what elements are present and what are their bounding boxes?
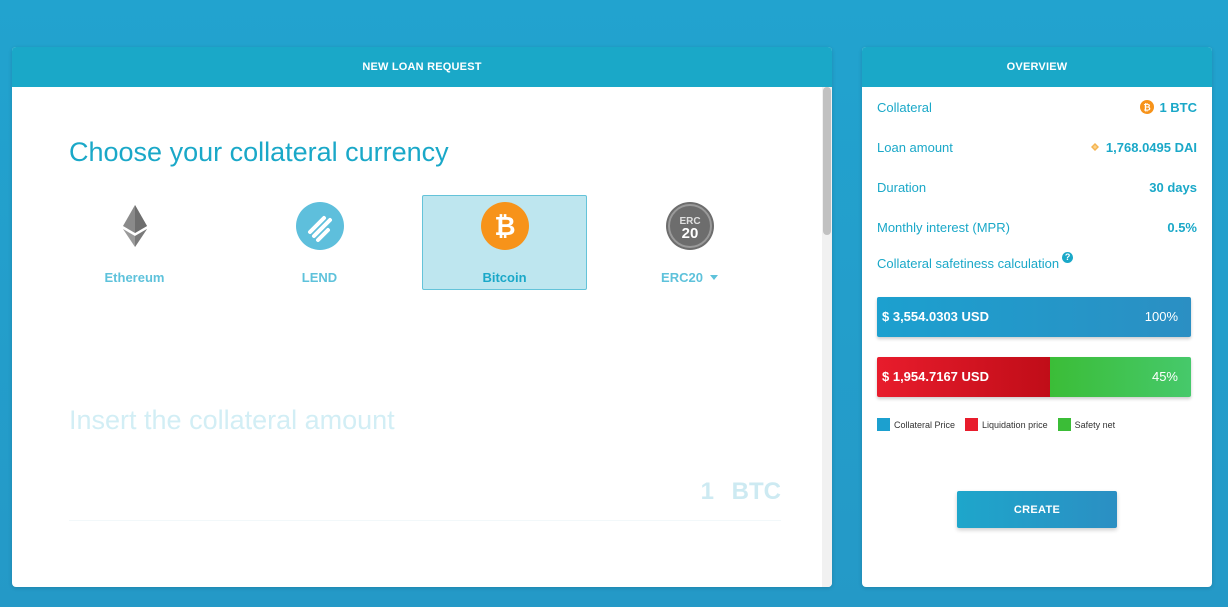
erc20-icon-text-bottom: 20 — [681, 225, 698, 242]
overview-row-monthly-interest: Monthly interest (MPR) 0.5% — [877, 217, 1197, 237]
overview-label: Loan amount — [877, 139, 953, 155]
collateral-amount-input[interactable] — [69, 472, 714, 512]
insert-amount-title: Insert the collateral amount — [69, 405, 395, 435]
overview-value-text: 1 BTC — [1159, 99, 1197, 115]
overview-value-text: 1,768.0495 DAI — [1105, 139, 1197, 155]
currency-option-bitcoin[interactable]: ₿ Bitcoin — [422, 195, 587, 290]
choose-collateral-title: Choose your collateral currency — [69, 137, 449, 167]
erc20-icon: ERC 20 — [665, 202, 714, 250]
overview-row-duration: Duration 30 days — [877, 177, 1197, 197]
legend-swatch — [877, 418, 890, 431]
collateral-price-bar: $ 3,554.0303 USD 100% — [877, 297, 1191, 337]
dai-icon — [1090, 143, 1099, 151]
legend-label: Collateral Price — [894, 419, 956, 430]
bar-legend: Collateral Price Liquidation price Safet… — [877, 418, 1125, 431]
overview-value: ₿ 1 BTC — [1140, 100, 1197, 115]
legend-item-liquidation-price: Liquidation price — [965, 418, 1048, 431]
bitcoin-icon: ₿ — [1140, 100, 1155, 114]
currency-label-ethereum: Ethereum — [104, 270, 165, 285]
currency-option-ethereum[interactable]: Ethereum — [52, 195, 217, 290]
loan-panel-header: NEW LOAN REQUEST — [12, 47, 832, 87]
bitcoin-icon: ₿ — [480, 202, 529, 250]
overview-label: Duration — [877, 179, 927, 195]
currency-label-lend: LEND — [301, 270, 338, 285]
overview-label: Collateral — [877, 99, 932, 115]
new-loan-request-panel: NEW LOAN REQUEST Choose your collateral … — [12, 47, 832, 587]
legend-label: Liquidation price — [982, 419, 1048, 430]
currency-label-bitcoin: Bitcoin — [482, 270, 527, 285]
overview-value: 30 days — [1149, 179, 1197, 195]
legend-item-safety-net: Safety net — [1057, 418, 1116, 431]
currency-option-lend[interactable]: LEND — [237, 195, 402, 290]
collateral-amount-row: BTC — [69, 472, 781, 524]
liquidation-price-amount: $ 1,954.7167 USD — [882, 369, 989, 384]
safety-calculation-text: Collateral safetiness calculation — [877, 256, 1060, 271]
currency-option-erc20[interactable]: ERC 20 ERC20 — [607, 195, 772, 290]
legend-item-collateral-price: Collateral Price — [877, 418, 955, 431]
scrollbar-thumb[interactable] — [823, 87, 831, 235]
collateral-amount-unit: BTC — [731, 478, 781, 505]
legend-label: Safety net — [1074, 419, 1116, 430]
overview-value: 0.5% — [1167, 219, 1197, 235]
ethereum-icon — [122, 205, 147, 247]
overview-panel: OVERVIEW Collateral ₿ 1 BTC Loan amount … — [862, 47, 1212, 587]
help-icon[interactable]: ? — [1062, 252, 1074, 263]
overview-panel-header: OVERVIEW — [862, 47, 1212, 87]
overview-row-collateral: Collateral ₿ 1 BTC — [877, 97, 1197, 117]
overview-row-loan-amount: Loan amount 1,768.0495 DAI — [877, 137, 1197, 157]
currency-label-erc20: ERC20 — [661, 270, 718, 285]
overview-value: 1,768.0495 DAI — [1089, 140, 1197, 155]
svg-text:₿: ₿ — [494, 212, 515, 242]
legend-swatch — [965, 418, 979, 431]
lend-icon — [295, 202, 344, 250]
safety-calculation-label: Collateral safetiness calculation ? — [877, 252, 1074, 271]
legend-swatch — [1057, 418, 1071, 431]
svg-text:₿: ₿ — [1144, 103, 1151, 114]
overview-label: Monthly interest (MPR) — [877, 219, 1010, 235]
collateral-price-amount: $ 3,554.0303 USD — [882, 309, 989, 324]
liquidation-safety-bar: $ 1,954.7167 USD 45% — [877, 357, 1191, 397]
currency-label-erc20-text: ERC20 — [661, 270, 703, 285]
amount-input-underline — [69, 520, 781, 521]
collateral-price-percent: 100% — [1144, 309, 1178, 324]
scrollbar[interactable] — [822, 87, 832, 587]
create-button[interactable]: CREATE — [957, 491, 1117, 528]
safety-net-percent: 45% — [1151, 369, 1178, 384]
chevron-down-icon[interactable] — [709, 275, 718, 280]
